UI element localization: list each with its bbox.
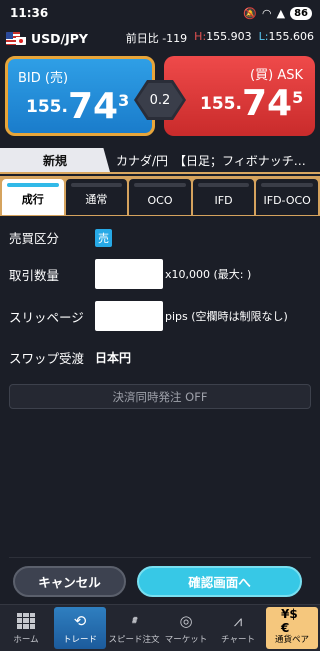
confirm-button[interactable]: 確認画面へ xyxy=(137,566,302,597)
side-label: 売買区分 xyxy=(9,231,60,246)
swap-label: スワップ受渡 xyxy=(9,351,85,366)
order-type-tabs: 成行 通常 OCO IFD IFD-OCO xyxy=(0,176,320,216)
order-type-normal[interactable]: 通常 xyxy=(65,179,128,215)
battery-icon: 86 xyxy=(290,6,312,20)
bottom-navigation: ホーム ⟲ トレード ⩩ スピード注文 ◎ マーケット ⩘ チャート ¥$€ 通… xyxy=(0,604,320,651)
swap-value[interactable]: 日本円 xyxy=(95,349,131,366)
nav-home[interactable]: ホーム xyxy=(0,605,52,651)
high-stat: H:155.903 xyxy=(194,30,252,43)
globe-icon: ◎ xyxy=(179,611,193,630)
price-panel: BID (売) 155. 74 3 (買) ASK 155. 74 5 0.2 xyxy=(0,52,320,140)
quote-header: USD/JPY 前日比 -119 H:155.903 L:155.606 xyxy=(0,26,320,50)
change-stat: 前日比 -119 xyxy=(125,32,188,45)
slippage-label: スリッページ xyxy=(9,309,84,325)
tab-new-order[interactable]: 新規 xyxy=(0,148,110,172)
ask-price: 155. 74 5 xyxy=(200,83,304,124)
bid-label: BID (売) xyxy=(18,71,69,86)
currency-icon: ¥$€ xyxy=(281,606,298,635)
signal-icon: ▲ xyxy=(276,6,286,20)
speed-icon: ⩩ xyxy=(131,615,137,626)
wifi-icon: ◠ xyxy=(262,6,272,20)
tab-bar: 新規 カナダ/円 【日足；フィボナッチ… xyxy=(0,148,320,174)
grid-icon xyxy=(15,612,37,630)
quantity-unit: x10,000 (最大: ) xyxy=(165,268,252,281)
slippage-row: スリッページ pips (空欄時は制限なし) xyxy=(9,301,288,331)
chart-icon: ⩘ xyxy=(233,611,243,630)
nav-market[interactable]: ◎ マーケット xyxy=(160,605,212,651)
nav-trade[interactable]: ⟲ トレード xyxy=(54,607,106,649)
tab-saved-setting[interactable]: カナダ/円 【日足；フィボナッチ… xyxy=(116,148,306,172)
quantity-row: 取引数量 x10,000 (最大: ) xyxy=(9,259,251,289)
currency-pair[interactable]: USD/JPY xyxy=(31,31,88,46)
side-value-badge[interactable]: 売 xyxy=(95,228,112,247)
cancel-button[interactable]: キャンセル xyxy=(13,566,126,597)
nav-speed-order[interactable]: ⩩ スピード注文 xyxy=(108,605,160,651)
swap-row: スワップ受渡 日本円 xyxy=(9,348,131,367)
status-time: 11:36 xyxy=(10,6,49,20)
slippage-input[interactable] xyxy=(95,301,163,331)
low-stat: L:155.606 xyxy=(258,30,314,43)
nav-chart[interactable]: ⩘ チャート xyxy=(212,605,264,651)
order-type-ifd[interactable]: IFD xyxy=(192,179,255,215)
status-bar: 11:36 🔕 ◠ ▲ 86 xyxy=(0,0,320,26)
bid-price-button[interactable]: BID (売) 155. 74 3 xyxy=(5,56,155,136)
status-icons: 🔕 ◠ ▲ 86 xyxy=(243,6,312,20)
slippage-unit: pips (空欄時は制限なし) xyxy=(165,310,288,323)
nav-currency-pair[interactable]: ¥$€ 通貨ペア xyxy=(266,607,318,649)
ask-label: (買) ASK xyxy=(250,68,303,83)
quantity-input[interactable] xyxy=(95,259,163,289)
divider xyxy=(9,557,311,558)
order-type-ifd-oco[interactable]: IFD-OCO xyxy=(256,179,318,215)
order-type-market[interactable]: 成行 xyxy=(2,179,64,215)
mute-icon: 🔕 xyxy=(243,6,257,20)
settle-simultaneous-toggle[interactable]: 決済同時発注 OFF xyxy=(9,384,311,409)
side-row: 売買区分 売 xyxy=(9,228,112,247)
usd-jpy-flag-icon xyxy=(6,31,26,45)
order-type-oco[interactable]: OCO xyxy=(129,179,191,215)
ask-price-button[interactable]: (買) ASK 155. 74 5 xyxy=(164,56,315,136)
bid-price: 155. 74 3 xyxy=(26,86,130,127)
refresh-icon: ⟲ xyxy=(73,611,87,630)
quantity-label: 取引数量 xyxy=(9,267,60,283)
